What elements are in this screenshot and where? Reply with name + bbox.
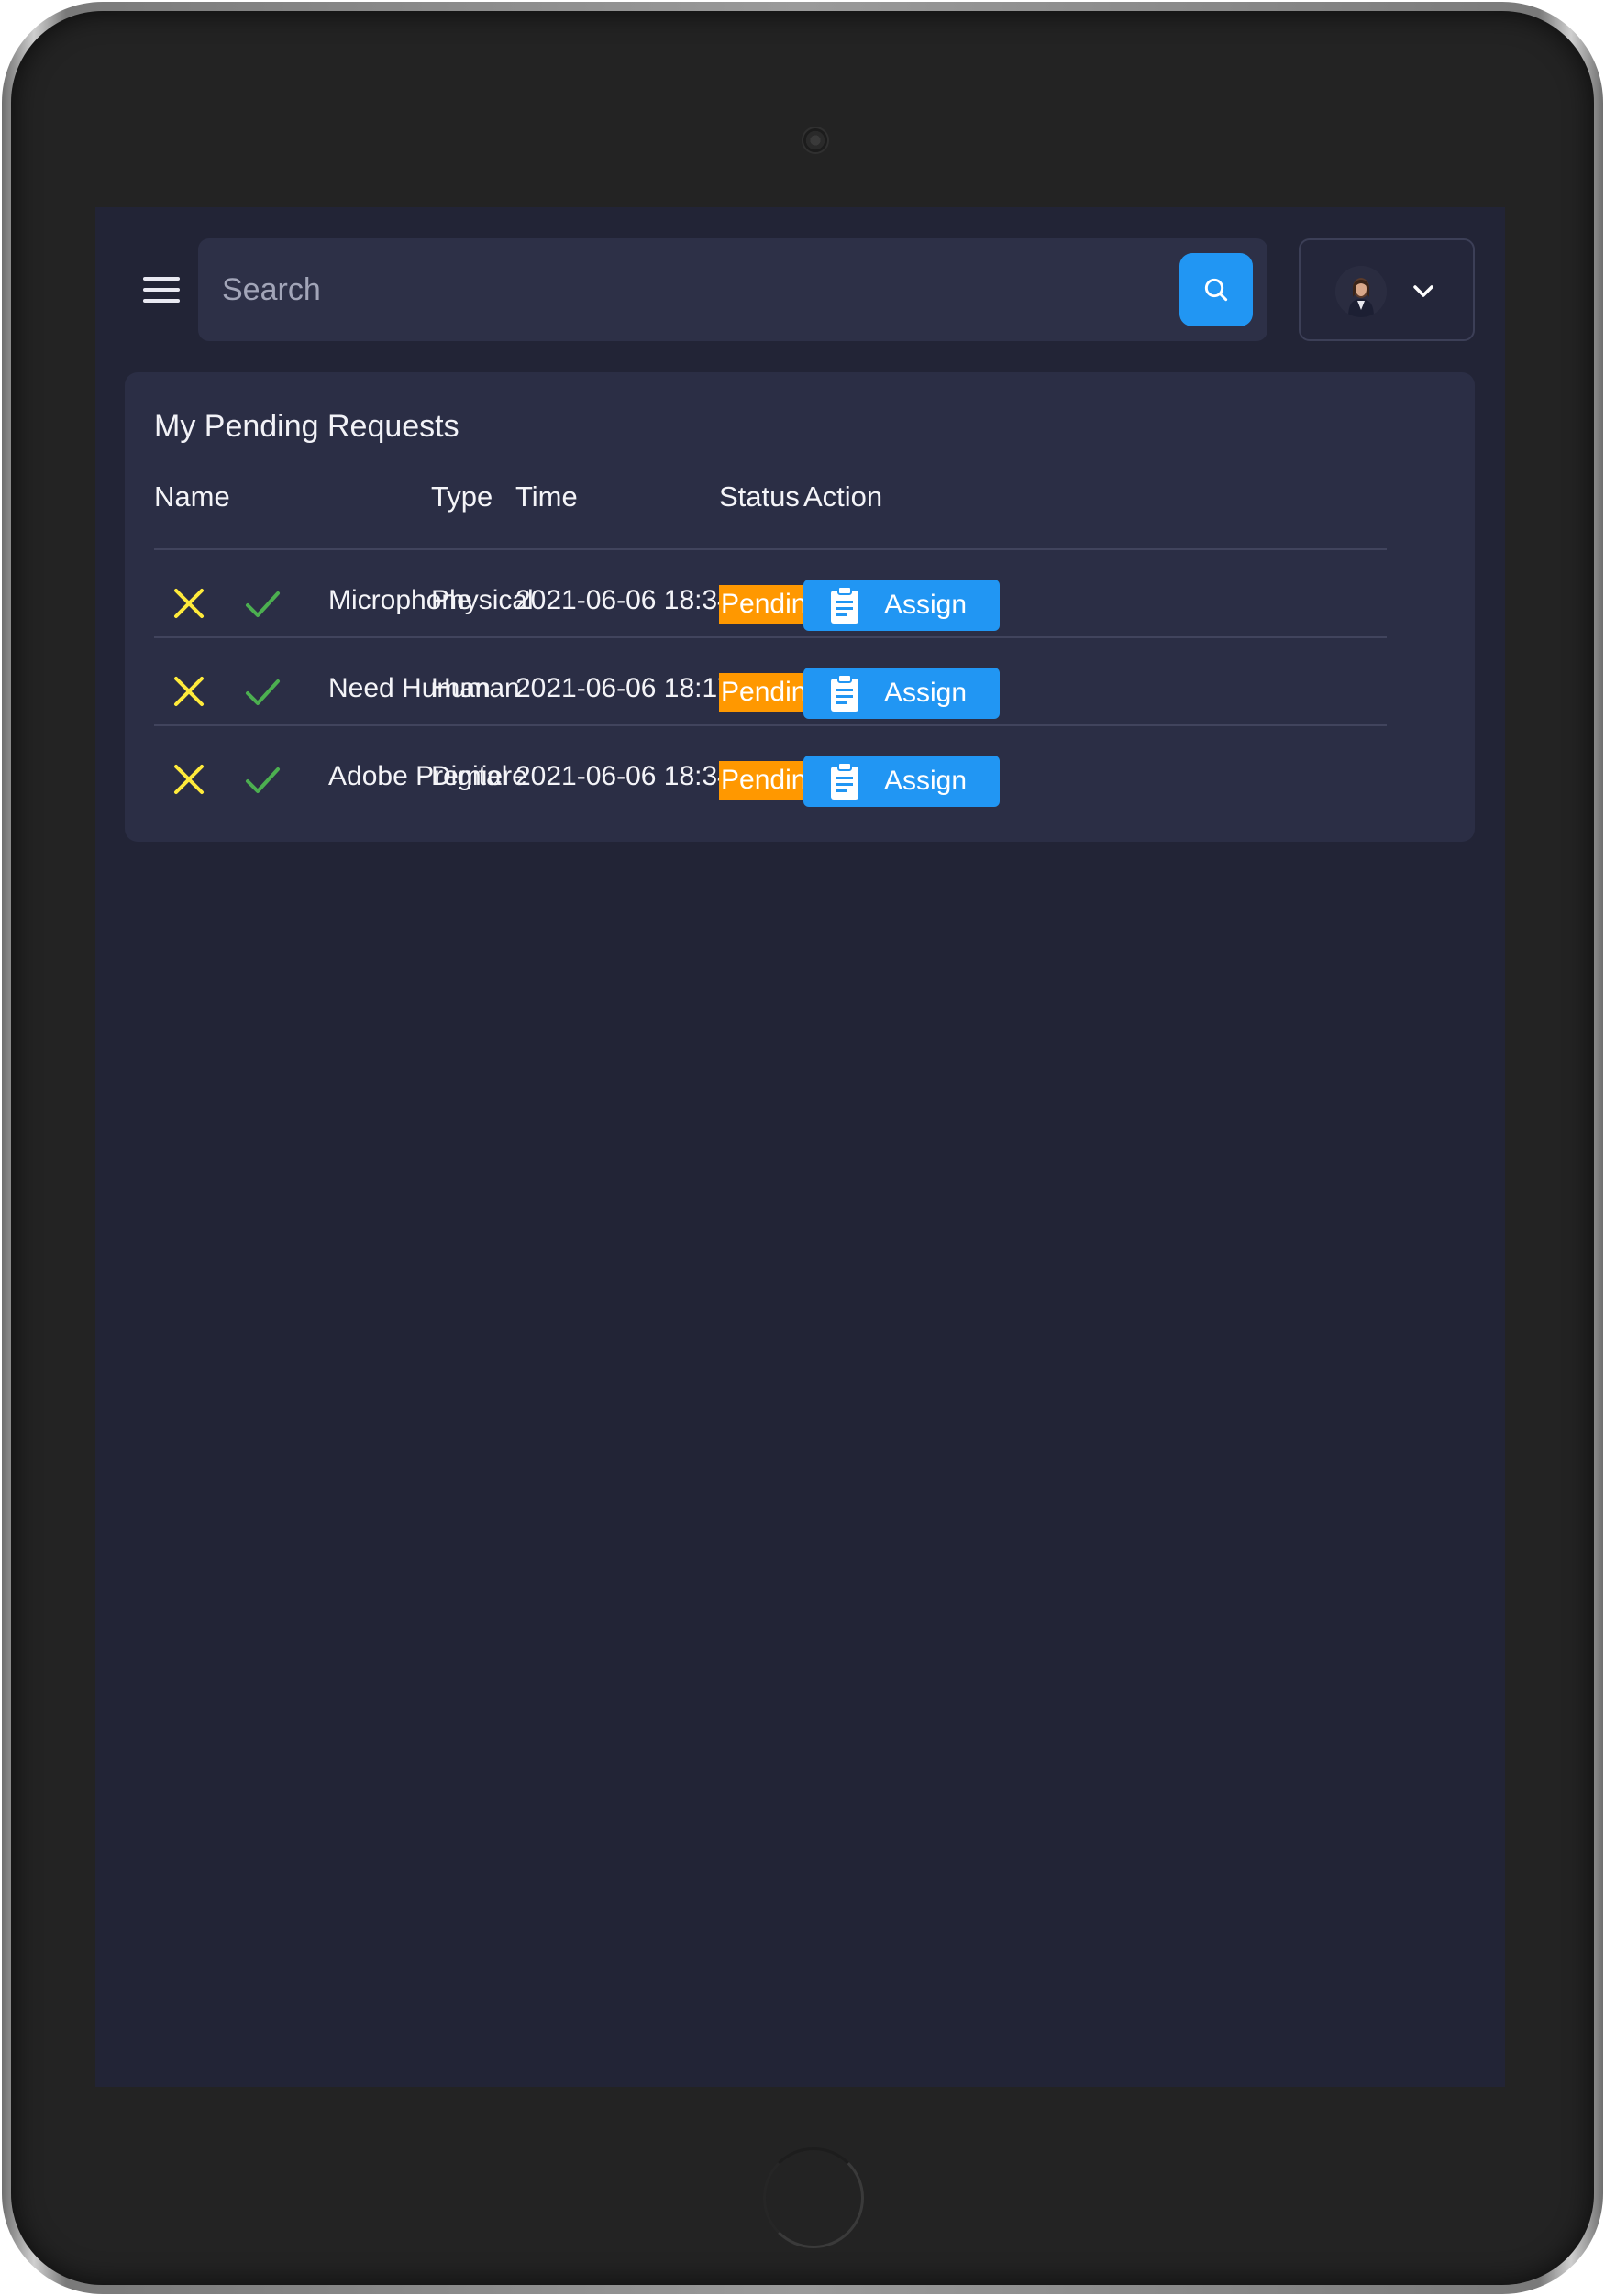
close-icon[interactable] xyxy=(167,757,211,801)
assign-button[interactable]: Assign xyxy=(803,756,1000,807)
request-type: Digital xyxy=(431,761,508,791)
assign-button-label: Assign xyxy=(884,590,968,620)
row-divider xyxy=(154,724,1387,726)
assign-button[interactable]: Assign xyxy=(803,580,1000,631)
search-icon xyxy=(1204,278,1228,302)
row-divider xyxy=(154,636,1387,638)
clipboard-icon xyxy=(831,586,858,624)
avatar xyxy=(1335,266,1387,317)
close-icon[interactable] xyxy=(167,669,211,713)
check-icon[interactable] xyxy=(240,757,284,801)
app-screen: My Pending Requests Name Type Time Statu… xyxy=(95,207,1505,2087)
assign-button[interactable]: Assign xyxy=(803,668,1000,719)
request-type: Human xyxy=(431,673,520,703)
user-menu-button[interactable] xyxy=(1299,238,1475,341)
home-button[interactable] xyxy=(763,2147,864,2248)
camera-icon xyxy=(802,127,829,154)
assign-button-label: Assign xyxy=(884,678,968,708)
clipboard-icon xyxy=(831,674,858,712)
check-icon[interactable] xyxy=(240,669,284,713)
search-input[interactable] xyxy=(220,238,1174,341)
column-header-name: Name xyxy=(154,480,230,513)
check-icon[interactable] xyxy=(240,581,284,625)
assign-button-label: Assign xyxy=(884,766,968,796)
column-header-type: Type xyxy=(431,480,493,513)
column-header-status: Status xyxy=(719,480,800,513)
column-header-action: Action xyxy=(803,480,883,513)
close-icon[interactable] xyxy=(167,581,211,625)
row-divider xyxy=(154,548,1387,550)
chevron-down-icon xyxy=(1413,285,1433,297)
search-bar xyxy=(198,238,1267,341)
card-title: My Pending Requests xyxy=(154,409,459,444)
pending-requests-card: My Pending Requests Name Type Time Statu… xyxy=(125,372,1475,842)
column-header-time: Time xyxy=(515,480,578,513)
search-button[interactable] xyxy=(1179,253,1253,326)
top-bar xyxy=(95,207,1505,354)
clipboard-icon xyxy=(831,762,858,800)
menu-icon[interactable] xyxy=(143,277,180,303)
